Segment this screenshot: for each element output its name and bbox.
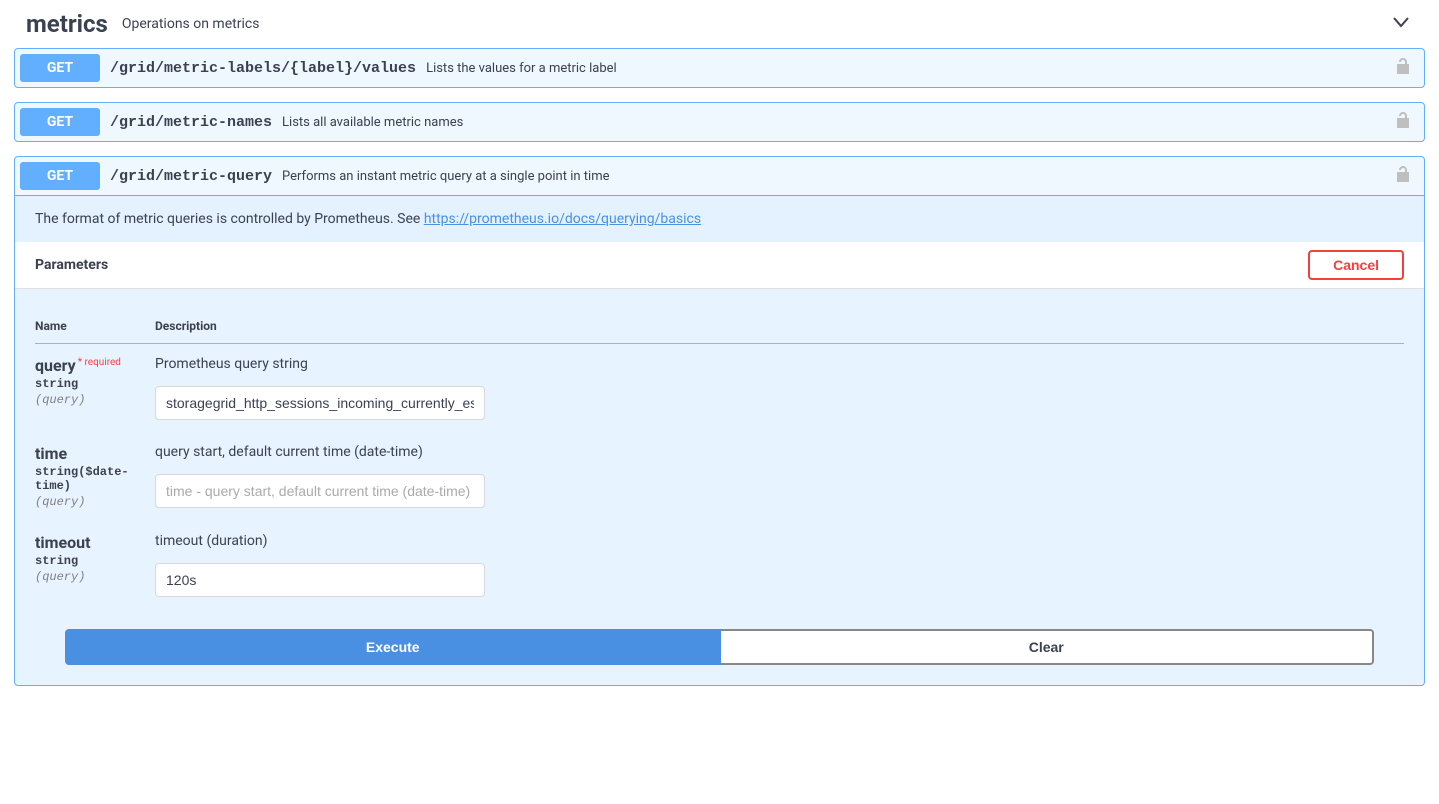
- clear-button[interactable]: Clear: [721, 629, 1375, 665]
- http-method-badge: GET: [20, 108, 100, 136]
- param-name: query: [35, 356, 76, 375]
- http-method-badge: GET: [20, 54, 100, 82]
- opblock-summary[interactable]: GET /grid/metric-names Lists all availab…: [15, 103, 1424, 141]
- lock-icon[interactable]: [1395, 165, 1411, 187]
- lock-icon[interactable]: [1395, 57, 1411, 79]
- lock-icon[interactable]: [1395, 111, 1411, 133]
- param-description: timeout (duration): [155, 533, 1404, 549]
- param-location: (query): [35, 391, 155, 407]
- parameters-table: Name Description query* required string …: [35, 309, 1404, 609]
- param-type: string($date-time): [35, 463, 155, 493]
- param-location: (query): [35, 493, 155, 509]
- param-location: (query): [35, 568, 155, 584]
- opblock-summary[interactable]: GET /grid/metric-query Performs an insta…: [15, 157, 1424, 196]
- endpoint-path: /grid/metric-labels/{label}/values: [100, 60, 426, 77]
- col-desc-header: Description: [155, 309, 1404, 344]
- param-required-label: * required: [76, 357, 121, 368]
- param-row: timeout string (query) timeout (duration…: [35, 521, 1404, 609]
- opblock-summary[interactable]: GET /grid/metric-labels/{label}/values L…: [15, 49, 1424, 87]
- opblock-metric-query: GET /grid/metric-query Performs an insta…: [14, 156, 1425, 686]
- opblock-metric-names: GET /grid/metric-names Lists all availab…: [14, 102, 1425, 142]
- col-name-header: Name: [35, 309, 155, 344]
- opblock-metric-labels-values: GET /grid/metric-labels/{label}/values L…: [14, 48, 1425, 88]
- chevron-down-icon: [1391, 12, 1411, 36]
- http-method-badge: GET: [20, 162, 100, 190]
- param-name: timeout: [35, 533, 91, 552]
- execute-button[interactable]: Execute: [65, 629, 721, 665]
- endpoint-summary: Lists all available metric names: [282, 115, 1387, 130]
- param-row: query* required string (query) Prometheu…: [35, 344, 1404, 433]
- endpoint-summary: Lists the values for a metric label: [426, 61, 1387, 76]
- parameters-heading: Parameters: [35, 257, 108, 273]
- param-type: string: [35, 552, 155, 568]
- param-input-timeout[interactable]: [155, 563, 485, 597]
- cancel-button[interactable]: Cancel: [1308, 250, 1404, 280]
- param-description: Prometheus query string: [155, 356, 1404, 372]
- param-type: string: [35, 375, 155, 391]
- endpoint-path: /grid/metric-names: [100, 114, 282, 131]
- tag-header[interactable]: metrics Operations on metrics: [14, 0, 1425, 48]
- action-row: Execute Clear: [35, 609, 1404, 665]
- prometheus-docs-link[interactable]: https://prometheus.io/docs/querying/basi…: [424, 211, 701, 227]
- param-input-query[interactable]: [155, 386, 485, 420]
- param-description: query start, default current time (date-…: [155, 444, 1404, 460]
- opblock-description: The format of metric queries is controll…: [15, 196, 1424, 242]
- tag-name: metrics: [26, 10, 108, 38]
- param-row: time string($date-time) (query) query st…: [35, 432, 1404, 521]
- endpoint-summary: Performs an instant metric query at a si…: [282, 169, 1387, 184]
- description-text: The format of metric queries is controll…: [35, 211, 424, 227]
- param-input-time[interactable]: [155, 474, 485, 508]
- tag-description: Operations on metrics: [122, 16, 1391, 32]
- parameters-header: Parameters Cancel: [15, 242, 1424, 289]
- param-name: time: [35, 444, 67, 463]
- endpoint-path: /grid/metric-query: [100, 168, 282, 185]
- parameters-body: Name Description query* required string …: [15, 289, 1424, 685]
